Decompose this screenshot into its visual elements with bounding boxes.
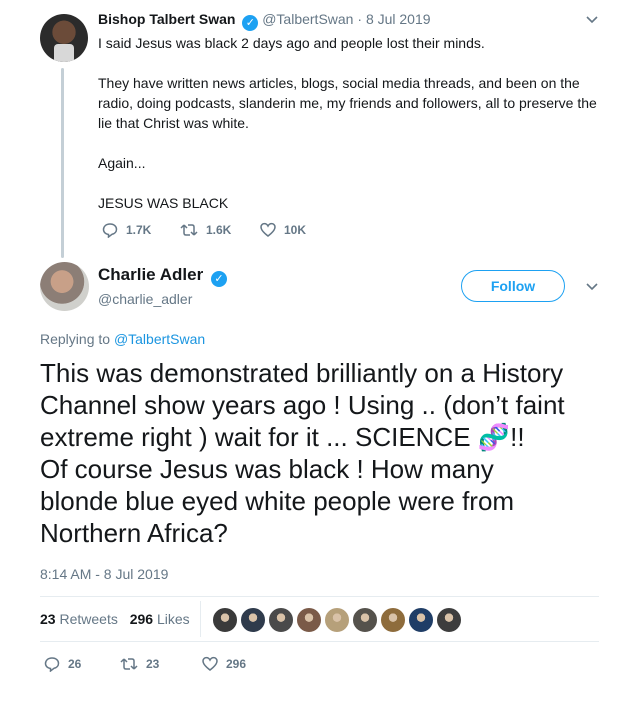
likes-label: Likes (156, 611, 190, 627)
reply-button[interactable]: 1.7K (102, 222, 152, 239)
tweet-line: blonde blue eyed white people were from (40, 486, 515, 516)
tweet-paragraph: Again... (98, 155, 146, 171)
parent-tweet-header: Bishop Talbert Swan ✓ @TalbertSwan · 8 J… (98, 11, 431, 31)
author-name[interactable]: Charlie Adler (98, 265, 203, 284)
tweet-line: extreme right ) wait for it ... SCIENCE (40, 422, 478, 452)
retweets-label: Retweets (59, 611, 118, 627)
like-count: 10K (284, 223, 307, 237)
dna-emoji-icon: 🧬 (477, 422, 511, 452)
verified-badge-icon: ✓ (210, 271, 227, 287)
tweet-timestamp[interactable]: 8:14 AM - 8 Jul 2019 (40, 566, 168, 582)
retweets-stat[interactable]: 23 Retweets (40, 611, 118, 627)
liker-avatar[interactable] (240, 607, 266, 633)
heart-icon (260, 222, 276, 237)
retweets-count: 23 (40, 611, 56, 627)
chevron-down-icon[interactable] (585, 12, 599, 26)
thread-connector-line (61, 68, 64, 258)
heart-icon (202, 656, 218, 671)
retweet-button[interactable]: 23 (120, 656, 159, 672)
date-separator: · (357, 11, 363, 27)
main-author-name-row: Charlie Adler ✓ (98, 265, 227, 287)
tweet-paragraph: I said Jesus was black 2 days ago and pe… (98, 35, 485, 51)
engagement-stats: 23 Retweets 296 Likes (40, 611, 190, 627)
liker-avatar[interactable] (352, 607, 378, 633)
reply-count: 1.7K (126, 223, 152, 237)
follow-button[interactable]: Follow (461, 270, 565, 302)
retweet-count: 23 (146, 657, 160, 671)
reply-count: 26 (68, 657, 82, 671)
tweet-line: Channel show years ago ! Using .. (don’t… (40, 390, 565, 420)
retweet-button[interactable]: 1.6K (180, 222, 231, 238)
like-button[interactable]: 296 (202, 656, 246, 672)
verified-badge-icon: ✓ (242, 15, 259, 31)
main-tweet-text: This was demonstrated brilliantly on a H… (40, 357, 620, 549)
likes-count: 296 (129, 611, 154, 627)
retweet-icon (180, 224, 198, 236)
divider (200, 601, 201, 637)
reply-icon (102, 223, 118, 239)
tweet-date[interactable]: 8 Jul 2019 (366, 11, 431, 27)
liker-avatar[interactable] (212, 607, 238, 633)
likes-stat[interactable]: 296 Likes (130, 611, 190, 627)
tweet-paragraph: JESUS WAS BLACK (98, 195, 229, 211)
reply-button[interactable]: 26 (44, 656, 82, 673)
author-handle[interactable]: @TalbertSwan (262, 11, 353, 27)
replying-prefix: Replying to (40, 331, 114, 347)
tweet-line-suffix: !! (510, 422, 525, 452)
like-button[interactable]: 10K (260, 222, 306, 238)
tweet-paragraph: They have written news articles, blogs, … (98, 75, 597, 131)
avatar[interactable] (40, 262, 89, 311)
liker-avatar[interactable] (408, 607, 434, 633)
liker-avatar[interactable] (296, 607, 322, 633)
reply-icon (44, 657, 60, 673)
retweet-icon (120, 658, 138, 670)
chevron-down-icon[interactable] (585, 279, 599, 293)
tweet-line: Of course Jesus was black ! How many (40, 454, 494, 484)
avatar[interactable] (40, 14, 88, 62)
divider (40, 596, 599, 597)
parent-tweet-text: I said Jesus was black 2 days ago and pe… (98, 33, 598, 213)
replying-handle-link[interactable]: @TalbertSwan (114, 331, 205, 347)
liker-avatar[interactable] (380, 607, 406, 633)
tweet-line: Northern Africa? (40, 518, 228, 548)
divider (40, 641, 599, 642)
tweet-line-science: extreme right ) wait for it ... SCIENCE … (40, 421, 620, 453)
tweet-line: This was demonstrated brilliantly on a H… (40, 358, 564, 388)
replying-to: Replying to @TalbertSwan (40, 331, 205, 347)
retweet-count: 1.6K (206, 223, 232, 237)
author-name[interactable]: Bishop Talbert Swan (98, 11, 235, 27)
liker-avatar[interactable] (436, 607, 462, 633)
liker-avatar[interactable] (268, 607, 294, 633)
author-handle[interactable]: @charlie_adler (98, 291, 192, 307)
liker-avatar[interactable] (324, 607, 350, 633)
like-count: 296 (226, 657, 247, 671)
